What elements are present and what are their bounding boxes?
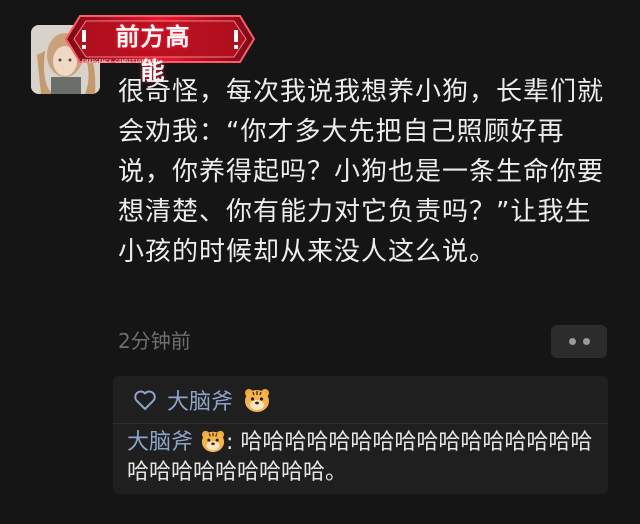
banner-title: 前方高能 bbox=[115, 23, 191, 85]
banner-subtitle: EMERGENCY CONDITION RED bbox=[82, 59, 159, 65]
likes-row: 大脑斧 bbox=[133, 384, 271, 416]
tiger-emoji-icon bbox=[245, 389, 270, 412]
reply-divider bbox=[113, 423, 608, 424]
comment-screen: 前方高能 EMERGENCY CONDITION RED 很奇怪，每次我说我想养… bbox=[0, 0, 640, 524]
tiger-emoji-icon bbox=[201, 430, 225, 453]
more-options-button[interactable] bbox=[551, 325, 607, 358]
reply-content: 哈哈哈哈哈哈哈哈哈哈哈哈哈哈哈哈哈哈哈哈哈哈哈哈哈。 bbox=[127, 430, 593, 485]
reply-separator: : bbox=[226, 430, 241, 455]
more-dots-icon bbox=[568, 338, 576, 345]
reply-author[interactable]: 大脑斧 bbox=[127, 430, 193, 455]
heart-outline-icon[interactable] bbox=[133, 389, 157, 411]
reply-item: 大脑斧 : 哈哈哈哈哈哈哈哈哈哈哈哈哈哈哈哈哈哈哈哈哈哈哈哈哈。 bbox=[127, 428, 597, 488]
more-dots-icon bbox=[582, 338, 590, 345]
comment-timestamp: 2分钟前 bbox=[118, 329, 191, 353]
comment-body: 很奇怪，每次我说我想养小狗，长辈们就会劝我：“你才多大先把自己照顾好再说，你养得… bbox=[118, 77, 605, 267]
like-username[interactable]: 大脑斧 bbox=[167, 384, 233, 416]
